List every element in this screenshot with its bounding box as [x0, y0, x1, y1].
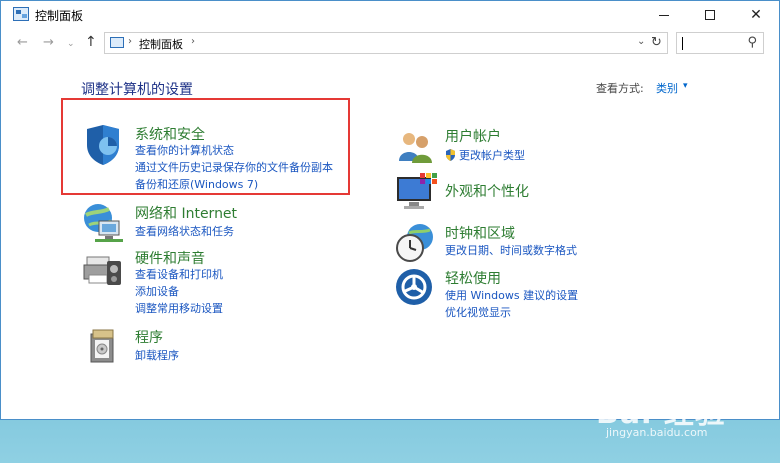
minimize-icon: [659, 14, 669, 16]
shield-icon: [87, 125, 119, 165]
search-icon[interactable]: ⚲: [747, 35, 757, 50]
ease-of-access-icon: [396, 269, 432, 305]
breadcrumb-control-panel[interactable]: 控制面板: [139, 36, 183, 52]
clock-globe-icon: [396, 224, 433, 262]
link-change-date-time-format[interactable]: 更改日期、时间或数字格式: [445, 242, 577, 258]
address-dropdown-button[interactable]: ⌄: [637, 36, 645, 47]
category-title-appearance[interactable]: 外观和个性化: [445, 181, 529, 201]
maximize-button[interactable]: [687, 1, 733, 29]
control-panel-window: 控制面板 ✕ ← → ⌄ ↑ › 控制面板 › ⌄ ↻ ⚲ 调整计算机的设置 查…: [0, 0, 780, 420]
control-panel-icon: [110, 37, 124, 48]
category-title-network-internet[interactable]: 网络和 Internet: [135, 203, 237, 223]
link-add-device[interactable]: 添加设备: [135, 283, 179, 299]
category-title-programs[interactable]: 程序: [135, 327, 163, 347]
close-button[interactable]: ✕: [733, 1, 779, 29]
category-title-clock-region[interactable]: 时钟和区域: [445, 223, 515, 243]
view-by-label: 查看方式:: [596, 82, 644, 95]
window-title: 控制面板: [35, 9, 84, 23]
close-icon: ✕: [750, 7, 762, 23]
view-by-dropdown[interactable]: 类别: [656, 80, 678, 96]
link-change-account-type[interactable]: 更改帐户类型: [445, 147, 525, 163]
forward-button[interactable]: →: [43, 35, 54, 50]
search-input[interactable]: ⚲: [676, 32, 764, 54]
refresh-button[interactable]: ↻: [651, 35, 662, 50]
printer-icon: [83, 256, 121, 285]
link-mobility-settings[interactable]: 调整常用移动设置: [135, 300, 223, 316]
title-bar: 控制面板 ✕: [1, 1, 779, 29]
text-caret: [682, 37, 683, 50]
breadcrumb-separator[interactable]: ›: [191, 36, 195, 47]
category-title-ease-of-access[interactable]: 轻松使用: [445, 268, 501, 288]
navigation-bar: ← → ⌄ ↑ › 控制面板 › ⌄ ↻ ⚲: [1, 31, 779, 57]
link-uninstall-program[interactable]: 卸载程序: [135, 347, 179, 363]
link-optimize-visual-display[interactable]: 优化视觉显示: [445, 304, 511, 320]
watermark-url: jingyan.baidu.com: [606, 426, 708, 439]
link-view-network-status[interactable]: 查看网络状态和任务: [135, 223, 234, 239]
up-button[interactable]: ↑: [85, 34, 97, 50]
back-button[interactable]: ←: [17, 35, 28, 50]
uac-shield-icon: [446, 149, 455, 161]
breadcrumb-separator[interactable]: ›: [128, 36, 132, 47]
category-title-hardware-sound[interactable]: 硬件和声音: [135, 248, 205, 268]
page-title: 调整计算机的设置: [81, 82, 193, 98]
link-backup-restore-win7[interactable]: 备份和还原(Windows 7): [135, 176, 258, 192]
recent-locations-button[interactable]: ⌄: [67, 39, 75, 49]
network-globe-icon: [84, 204, 123, 242]
link-view-computer-status[interactable]: 查看你的计算机状态: [135, 142, 234, 158]
address-bar[interactable]: › 控制面板 › ⌄ ↻: [104, 32, 668, 54]
category-title-system-security[interactable]: 系统和安全: [135, 124, 205, 144]
maximize-icon: [705, 10, 715, 20]
chevron-down-icon[interactable]: ▾: [683, 81, 688, 91]
baidu-jingyan-watermark: Bai 经验 jingyan.baidu.com: [596, 388, 726, 439]
minimize-button[interactable]: [641, 1, 687, 29]
programs-icon: [90, 329, 114, 363]
monitor-palette-icon: [397, 173, 437, 209]
control-panel-app-icon: [13, 7, 29, 21]
link-devices-printers[interactable]: 查看设备和打印机: [135, 266, 223, 282]
link-change-account-type-label: 更改帐户类型: [459, 149, 525, 162]
category-title-user-accounts[interactable]: 用户帐户: [445, 126, 501, 146]
users-icon: [399, 133, 432, 163]
link-windows-recommended-settings[interactable]: 使用 Windows 建议的设置: [445, 287, 578, 303]
link-file-history-backup[interactable]: 通过文件历史记录保存你的文件备份副本: [135, 159, 333, 175]
